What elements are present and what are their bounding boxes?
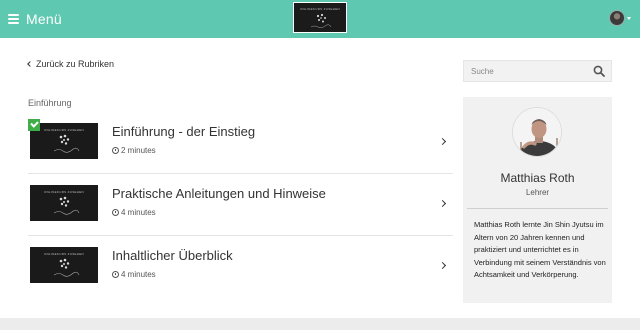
course-logo[interactable]: ONLINEKURS ZUSEHEN — [293, 2, 347, 33]
hamburger-icon — [8, 14, 19, 24]
clock-icon — [112, 271, 119, 278]
author-name: Matthias Roth — [500, 171, 575, 185]
lesson-title: Praktische Anleitungen und Hinweise — [112, 186, 326, 201]
lesson-duration: 4 minutes — [112, 270, 156, 279]
back-link-label: Zurück zu Rubriken — [36, 59, 115, 69]
lesson-title: Inhaltlicher Überblick — [112, 248, 233, 263]
menu-label: Menü — [26, 11, 62, 27]
duration-text: 4 minutes — [121, 208, 156, 217]
main-content: Zurück zu Rubriken Einführung ONLINEKURS… — [0, 38, 640, 318]
duration-text: 4 minutes — [121, 270, 156, 279]
logo-mark-icon — [310, 13, 332, 29]
search-icon[interactable] — [593, 65, 605, 77]
author-card: Matthias Roth Lehrer Matthias Roth lernt… — [463, 97, 612, 303]
search-box — [463, 60, 612, 82]
author-bio: Matthias Roth lernte Jin Shin Jyutsu im … — [474, 220, 606, 279]
clock-icon — [112, 209, 119, 216]
course-thumbnail-icon: ONLINEKURS ZUSEHEN — [30, 185, 98, 221]
back-to-categories-link[interactable]: Zurück zu Rubriken — [27, 59, 115, 69]
chevron-left-icon — [27, 61, 33, 67]
completed-check-icon — [28, 119, 40, 131]
chevron-right-icon — [438, 199, 447, 208]
chevron-right-icon — [438, 261, 447, 270]
course-thumbnail-icon: ONLINEKURS ZUSEHEN — [30, 123, 98, 159]
author-avatar — [512, 107, 562, 157]
menu-button[interactable]: Menü — [8, 9, 62, 29]
section-title: Einführung — [28, 98, 72, 108]
lesson-list: ONLINEKURS ZUSEHEN Einführung - der Eins… — [28, 112, 453, 298]
lesson-duration: 2 minutes — [112, 146, 156, 155]
chevron-down-icon — [627, 16, 631, 20]
lesson-duration: 4 minutes — [112, 208, 156, 217]
author-role: Lehrer — [525, 188, 550, 197]
user-menu[interactable] — [609, 10, 631, 26]
search-input[interactable] — [464, 61, 589, 81]
divider — [467, 208, 608, 209]
chevron-right-icon — [438, 137, 447, 146]
lesson-title: Einführung - der Einstieg — [112, 124, 256, 139]
course-thumbnail-icon: ONLINEKURS ZUSEHEN — [30, 247, 98, 283]
duration-text: 2 minutes — [121, 146, 156, 155]
lesson-item[interactable]: ONLINEKURS ZUSEHEN Inhaltlicher Überblic… — [28, 236, 453, 298]
top-bar: Menü ONLINEKURS ZUSEHEN — [0, 0, 640, 38]
clock-icon — [112, 147, 119, 154]
avatar — [609, 10, 625, 26]
lesson-item[interactable]: ONLINEKURS ZUSEHEN Einführung - der Eins… — [28, 112, 453, 174]
lesson-item[interactable]: ONLINEKURS ZUSEHEN Praktische Anleitunge… — [28, 174, 453, 236]
